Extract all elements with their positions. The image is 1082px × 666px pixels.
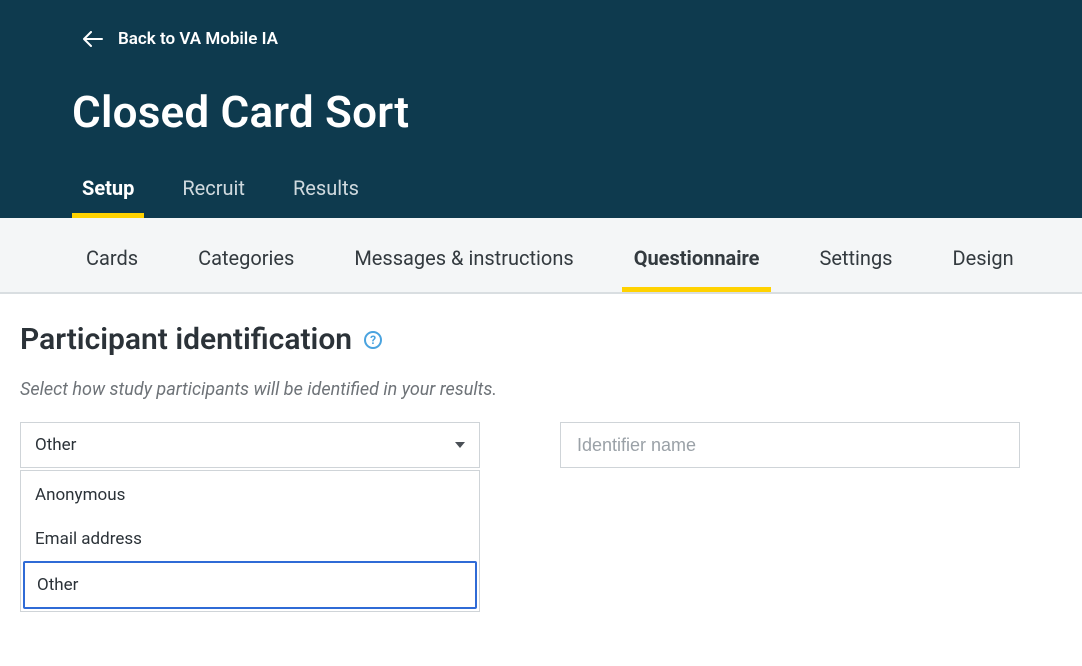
section-description: Select how study participants will be id…	[20, 379, 1062, 400]
identifier-type-selected: Other	[35, 435, 76, 455]
option-email[interactable]: Email address	[23, 517, 477, 561]
option-other[interactable]: Other	[23, 561, 477, 609]
section-title: Participant identification	[20, 322, 352, 357]
identifier-type-select[interactable]: Other	[20, 422, 480, 468]
sub-tabs: Cards Categories Messages & instructions…	[0, 218, 1082, 294]
subtab-questionnaire[interactable]: Questionnaire	[630, 240, 764, 292]
tab-setup[interactable]: Setup	[82, 170, 134, 218]
back-link[interactable]: Back to VA Mobile IA	[0, 0, 1082, 60]
tab-recruit[interactable]: Recruit	[182, 170, 245, 218]
back-link-label: Back to VA Mobile IA	[118, 29, 278, 49]
subtab-settings[interactable]: Settings	[815, 240, 896, 292]
tab-results[interactable]: Results	[293, 170, 359, 218]
help-icon[interactable]: ?	[364, 331, 382, 349]
subtab-messages[interactable]: Messages & instructions	[350, 240, 577, 292]
option-anonymous[interactable]: Anonymous	[23, 473, 477, 517]
arrow-left-icon	[82, 28, 104, 50]
chevron-down-icon	[455, 442, 465, 448]
identifier-name-input[interactable]	[560, 422, 1020, 468]
subtab-design[interactable]: Design	[949, 240, 1018, 292]
identifier-type-dropdown: Anonymous Email address Other	[20, 470, 480, 612]
subtab-cards[interactable]: Cards	[82, 240, 142, 292]
primary-tabs: Setup Recruit Results	[0, 170, 1082, 218]
page-title: Closed Card Sort	[0, 60, 1082, 170]
subtab-categories[interactable]: Categories	[194, 240, 298, 292]
